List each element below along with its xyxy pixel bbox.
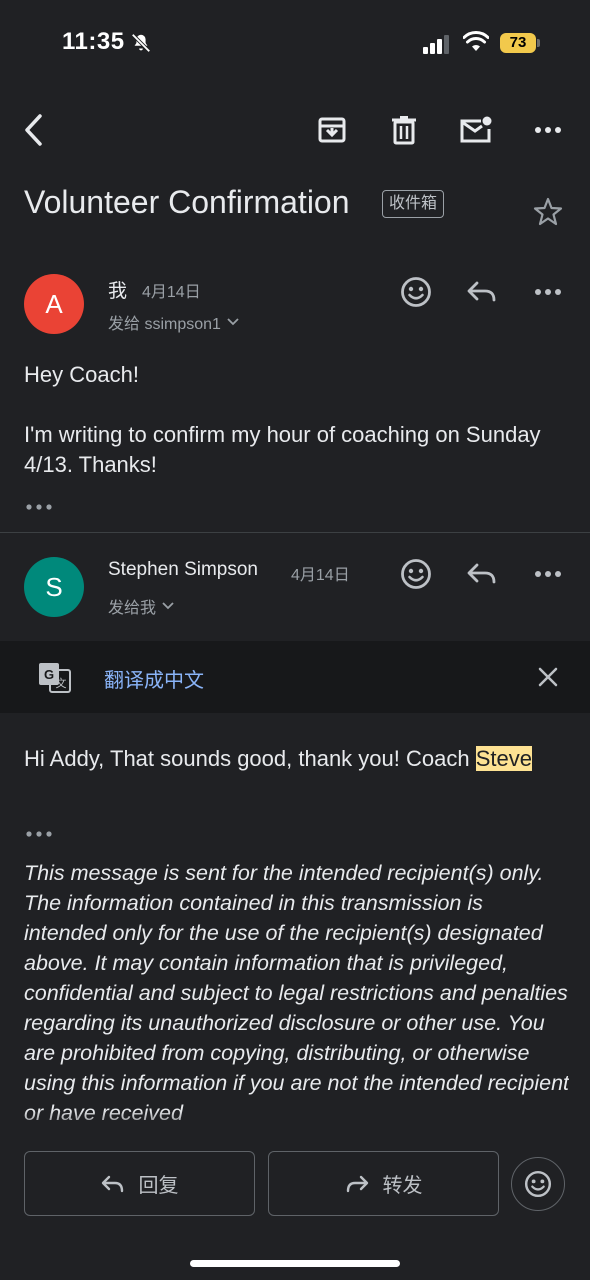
translate-icon: G 文 bbox=[38, 660, 72, 699]
close-translate-button[interactable] bbox=[528, 657, 568, 697]
translate-bar bbox=[0, 641, 590, 713]
star-icon bbox=[533, 197, 563, 226]
more-options-button[interactable] bbox=[528, 110, 568, 150]
reply-icon bbox=[101, 1175, 123, 1192]
battery-icon: 73 bbox=[500, 31, 540, 55]
star-button[interactable] bbox=[528, 192, 568, 232]
recipient-toggle[interactable]: 发给我 bbox=[108, 594, 174, 618]
avatar-letter: A bbox=[45, 288, 63, 319]
react-emoji-button[interactable] bbox=[396, 554, 436, 594]
disclaimer-text: This message is sent for the intended re… bbox=[24, 861, 569, 1125]
recipient-toggle[interactable]: 发给 ssimpson1 bbox=[108, 310, 239, 334]
avatar[interactable]: A bbox=[24, 274, 84, 334]
mark-unread-icon bbox=[460, 116, 492, 143]
react-emoji-button[interactable] bbox=[396, 272, 436, 312]
forward-icon bbox=[346, 1175, 368, 1192]
reply-icon bbox=[467, 281, 496, 302]
archive-icon bbox=[318, 117, 346, 143]
message-body: Hi Addy, That sounds good, thank you! Co… bbox=[24, 744, 569, 774]
translate-link[interactable]: 翻译成中文 bbox=[104, 664, 204, 693]
message-divider bbox=[0, 532, 590, 533]
home-indicator bbox=[190, 1260, 400, 1267]
ellipsis-icon bbox=[26, 504, 52, 510]
email-subject: Volunteer Confirmation bbox=[24, 184, 350, 220]
forward-label: 转发 bbox=[382, 1175, 423, 1197]
highlighted-name: Steve bbox=[475, 746, 532, 771]
reply-icon bbox=[467, 563, 496, 584]
delete-button[interactable] bbox=[384, 110, 424, 150]
cellular-signal-icon bbox=[423, 35, 449, 54]
back-button[interactable] bbox=[14, 110, 54, 150]
show-trimmed-button[interactable] bbox=[26, 498, 52, 516]
reply-bottom-button[interactable]: 回复 bbox=[24, 1151, 255, 1216]
battery-level: 73 bbox=[500, 33, 536, 53]
sender-name: 我 bbox=[108, 281, 128, 302]
reply-button[interactable] bbox=[462, 554, 502, 594]
more-options-icon bbox=[535, 571, 561, 577]
close-icon bbox=[538, 667, 558, 687]
wifi-icon bbox=[463, 31, 489, 51]
emoji-react-bottom-button[interactable] bbox=[511, 1157, 565, 1211]
back-arrow-icon bbox=[25, 114, 42, 146]
smiley-icon bbox=[401, 277, 431, 307]
reply-button[interactable] bbox=[462, 272, 502, 312]
message-body-line: Hey Coach! bbox=[24, 362, 139, 387]
message-date: 4月14日 bbox=[142, 284, 201, 301]
avatar-letter: S bbox=[45, 571, 63, 602]
smiley-icon bbox=[524, 1170, 552, 1198]
status-time: 11:35 bbox=[62, 28, 125, 55]
chevron-down-icon bbox=[227, 318, 239, 326]
message-more-button[interactable] bbox=[528, 272, 568, 312]
message-body-line: I'm writing to confirm my hour of coachi… bbox=[24, 422, 541, 477]
more-options-icon bbox=[535, 289, 561, 295]
forward-bottom-button[interactable]: 转发 bbox=[268, 1151, 499, 1216]
trash-icon bbox=[392, 116, 416, 145]
smiley-icon bbox=[401, 559, 431, 589]
avatar[interactable]: S bbox=[24, 557, 84, 617]
more-options-icon bbox=[535, 127, 561, 133]
recipient-text: 发给 ssimpson1 bbox=[108, 316, 221, 333]
ellipsis-icon bbox=[26, 831, 52, 837]
chevron-down-icon bbox=[162, 602, 174, 610]
scroll-fade bbox=[0, 1110, 590, 1140]
message-more-button[interactable] bbox=[528, 554, 568, 594]
inbox-label-chip[interactable]: 收件箱 bbox=[382, 190, 445, 218]
message-date: 4月14日 bbox=[291, 567, 350, 584]
svg-text:G: G bbox=[44, 667, 54, 682]
archive-button[interactable] bbox=[312, 110, 352, 150]
show-trimmed-button[interactable] bbox=[26, 825, 52, 843]
recipient-text: 发给我 bbox=[108, 600, 157, 617]
reply-label: 回复 bbox=[138, 1175, 179, 1197]
bell-slash-icon bbox=[131, 33, 151, 53]
mark-unread-button[interactable] bbox=[456, 110, 496, 150]
message-body-text: Hi Addy, That sounds good, thank you! Co… bbox=[24, 746, 476, 771]
svg-text:文: 文 bbox=[56, 676, 67, 690]
sender-name: Stephen Simpson bbox=[108, 559, 258, 580]
